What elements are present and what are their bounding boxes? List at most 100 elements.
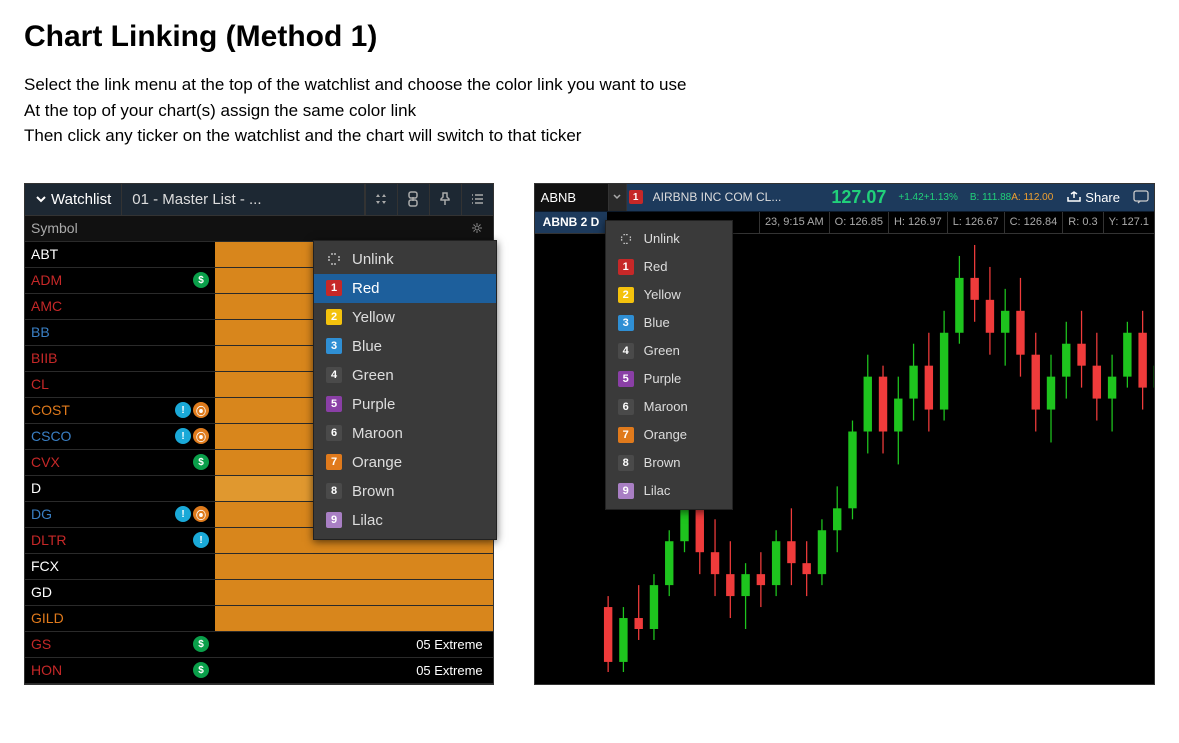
link-swatch-icon: 9	[326, 512, 342, 528]
chart-timeframe-tab[interactable]: ABNB 2 D	[535, 212, 608, 233]
watchlist-row[interactable]: GS$05 Extreme	[25, 632, 493, 658]
chevron-down-icon	[35, 193, 47, 205]
share-icon	[1067, 191, 1081, 203]
message-icon[interactable]	[1128, 184, 1154, 211]
link-menu-item-brown[interactable]: 8 Brown	[314, 477, 496, 506]
link-menu-item-orange[interactable]: 7Orange	[314, 448, 496, 477]
ticker-symbol: CVX	[31, 454, 60, 470]
link-menu-item-label: Purple	[352, 396, 395, 413]
watchlist-row[interactable]: GILD	[25, 606, 493, 632]
ticker-symbol: GILD	[31, 610, 64, 626]
link-menu-item-label: Yellow	[352, 309, 395, 326]
link-swatch-icon: 9	[618, 483, 634, 499]
cyan-badge-icon: !	[175, 428, 191, 444]
instructions-block: Select the link menu at the top of the w…	[24, 72, 1155, 149]
link-menu-item-red[interactable]: 1Red	[314, 274, 496, 303]
link-menu-item-brown[interactable]: 8 Brown	[606, 449, 732, 477]
ticker-symbol: CL	[31, 376, 49, 392]
link-menu-button[interactable]	[397, 184, 429, 215]
link-menu-item-purple[interactable]: 5 Purple	[314, 390, 496, 419]
link-menu-item-red[interactable]: 1Red	[606, 253, 732, 281]
link-menu-item-label: Maroon	[644, 399, 688, 414]
chart-change: +1.42 +1.13%	[892, 184, 964, 211]
link-menu-item-lilac[interactable]: 9Lilac	[606, 477, 732, 505]
ticker-symbol: ADM	[31, 272, 62, 288]
link-menu-item-maroon[interactable]: 6 Maroon	[606, 393, 732, 421]
instruction-line: Select the link menu at the top of the w…	[24, 72, 1155, 98]
link-menu-unlink[interactable]: Unlink	[606, 225, 732, 253]
link-menu-item-lilac[interactable]: 9 Lilac	[314, 506, 496, 535]
link-menu-item-orange[interactable]: 7Orange	[606, 421, 732, 449]
instruction-line: At the top of your chart(s) assign the s…	[24, 98, 1155, 124]
link-menu-item-label: Green	[352, 367, 394, 384]
link-menu-item-label: Purple	[644, 371, 682, 386]
link-menu-item-label: Yellow	[644, 287, 681, 302]
link-menu-item-maroon[interactable]: 6Maroon	[314, 419, 496, 448]
watchlist-row[interactable]: HON$05 Extreme	[25, 658, 493, 684]
watchlist-tab-label: Watchlist	[51, 191, 111, 208]
chart-ticker-dropdown[interactable]	[609, 184, 627, 211]
chart-company-name: AIRBNB INC COM CL...	[645, 184, 826, 211]
link-menu-item-label: Green	[644, 343, 680, 358]
link-menu-item-label: Lilac	[352, 512, 383, 529]
ticker-symbol: GS	[31, 636, 51, 652]
watchlist-value-cell: 05 Extreme	[215, 632, 493, 657]
list-icon[interactable]	[461, 184, 493, 215]
share-button[interactable]: Share	[1059, 184, 1128, 211]
watchlist-value-cell	[215, 554, 493, 579]
link-menu-item-purple[interactable]: 5 Purple	[606, 365, 732, 393]
link-menu-item-label: Blue	[644, 315, 670, 330]
page-title: Chart Linking (Method 1)	[24, 20, 1155, 54]
watchlist-row[interactable]: FCX	[25, 554, 493, 580]
link-swatch-icon: 6	[618, 399, 634, 415]
orange-badge-icon: ⦿	[193, 428, 209, 444]
unlink-icon	[618, 231, 634, 247]
link-menu-item-label: Red	[644, 259, 668, 274]
link-menu-item-label: Orange	[352, 454, 402, 471]
watchlist-row[interactable]: GD	[25, 580, 493, 606]
link-menu-item-green[interactable]: 4 Green	[314, 361, 496, 390]
link-menu-item-label: Maroon	[352, 425, 403, 442]
chart-link-menu-popup: Unlink 1Red 2 Yellow 3Blue4Green 5 Purple 6 Mar…	[605, 220, 733, 510]
ticker-symbol: ABT	[31, 246, 58, 262]
watchlist-value-cell	[215, 606, 493, 631]
pin-icon[interactable]	[429, 184, 461, 215]
link-menu-item-green[interactable]: 4Green	[606, 337, 732, 365]
watchlist-column-header: Symbol	[25, 216, 493, 242]
link-swatch-icon: 5	[326, 396, 342, 412]
watchlist-tab[interactable]: Watchlist	[25, 184, 122, 215]
link-swatch-icon: 8	[326, 483, 342, 499]
chart-last-price: 127.07	[825, 184, 892, 211]
chart-panel: ABNB 1 AIRBNB INC COM CL... 127.07 +1.42…	[534, 183, 1155, 685]
link-swatch-icon: 2	[618, 287, 634, 303]
watchlist-list-name: 01 - Master List - ...	[132, 191, 261, 208]
link-menu-unlink-label: Unlink	[644, 231, 680, 246]
chevron-down-icon	[613, 194, 621, 200]
link-swatch-icon: 8	[618, 455, 634, 471]
watchlist-value-cell: 05 Extreme	[215, 658, 493, 683]
watchlist-panel: Watchlist 01 - Master List - ... Symbol	[24, 183, 494, 685]
chart-bid-ask: B: 111.88 A: 112.00	[964, 184, 1059, 211]
sort-up-down-icon[interactable]	[365, 184, 397, 215]
green-badge-icon: $	[193, 272, 209, 288]
watchlist-value-cell	[215, 580, 493, 605]
ticker-symbol: D	[31, 480, 41, 496]
link-menu-item-yellow[interactable]: 2Yellow	[314, 303, 496, 332]
link-swatch-icon: 5	[618, 371, 634, 387]
link-menu-item-label: Brown	[644, 455, 681, 470]
gear-icon[interactable]	[471, 222, 483, 234]
link-menu-item-label: Orange	[644, 427, 687, 442]
chart-ticker-input[interactable]: ABNB	[535, 184, 609, 211]
column-header-symbol[interactable]: Symbol	[25, 220, 215, 236]
watchlist-list-selector[interactable]: 01 - Master List - ...	[122, 184, 364, 215]
chart-link-button[interactable]: 1	[627, 184, 645, 211]
cyan-badge-icon: !	[193, 532, 209, 548]
ticker-symbol: DG	[31, 506, 52, 522]
link-menu-item-blue[interactable]: 3Blue	[606, 309, 732, 337]
link-menu-item-blue[interactable]: 3Blue	[314, 332, 496, 361]
link-menu-item-yellow[interactable]: 2 Yellow	[606, 281, 732, 309]
link-menu-unlink[interactable]: Unlink	[314, 245, 496, 274]
link-menu-item-label: Brown	[352, 483, 395, 500]
link-swatch-icon: 4	[326, 367, 342, 383]
link-swatch-icon: 3	[326, 338, 342, 354]
